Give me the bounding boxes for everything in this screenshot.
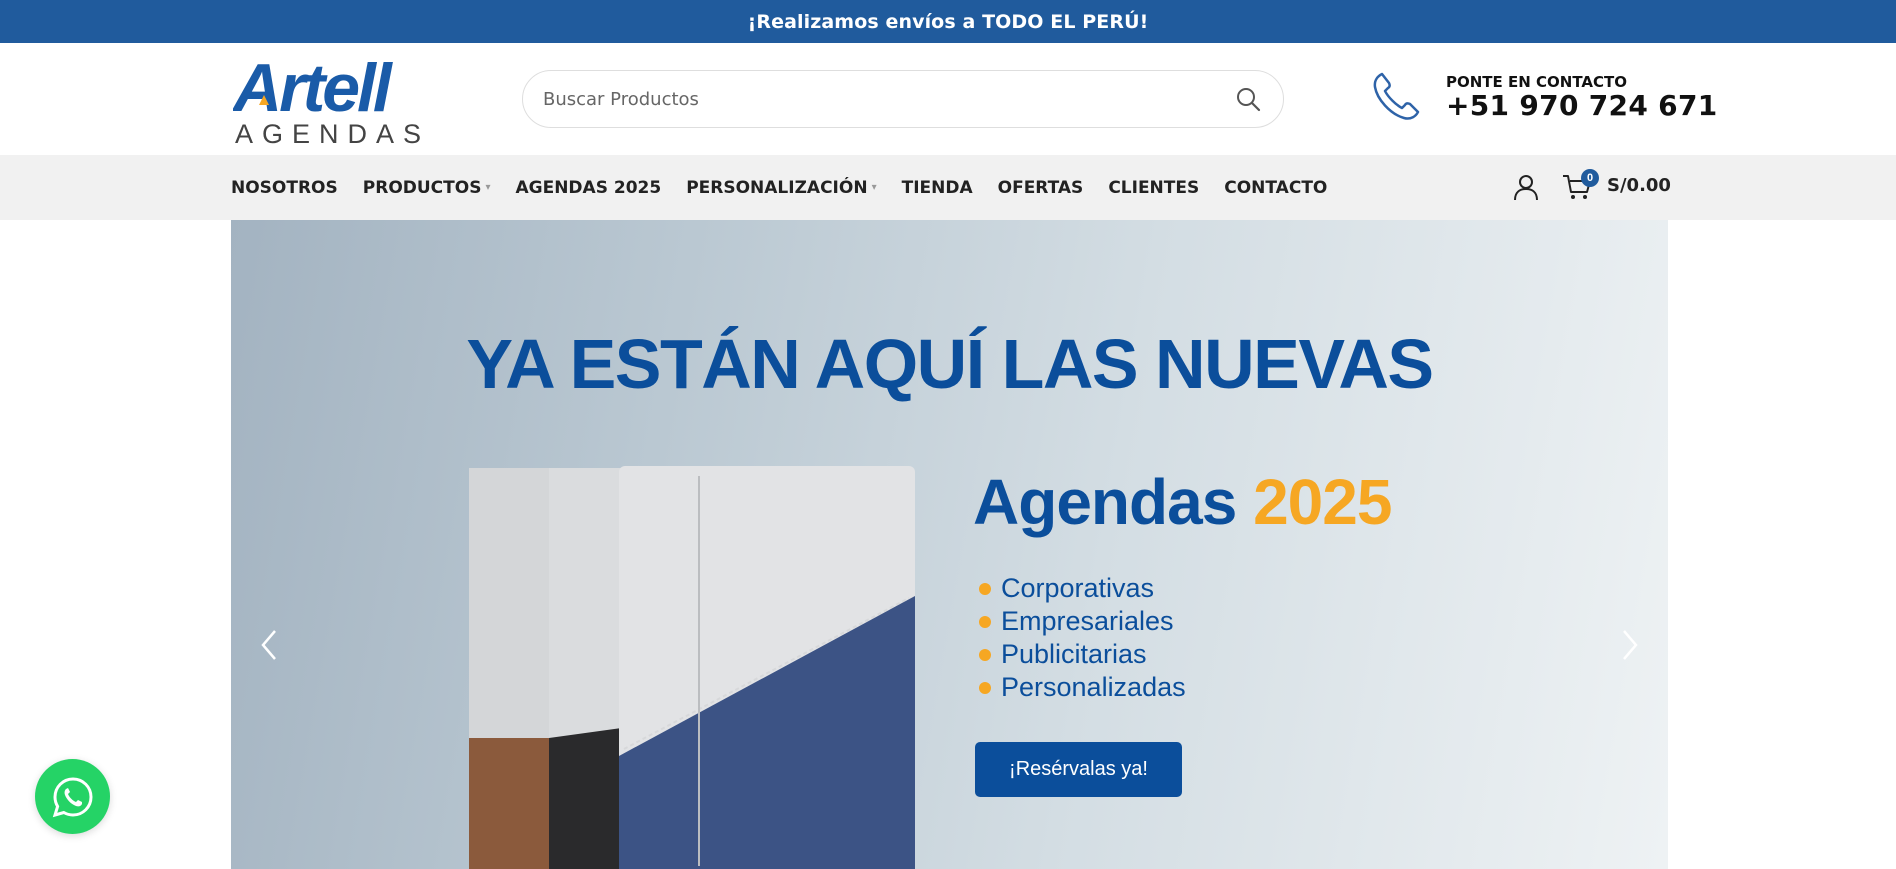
nav-label: PERSONALIZACIÓN bbox=[686, 177, 868, 198]
nav-label: NOSOTROS bbox=[231, 177, 338, 198]
bullet-dot bbox=[979, 582, 991, 595]
phone-icon bbox=[1373, 72, 1420, 120]
list-item-text: Corporativas bbox=[1001, 573, 1155, 603]
cart-count-badge: 0 bbox=[1581, 169, 1599, 187]
list-item-text: Personalizadas bbox=[1001, 672, 1186, 702]
whatsapp-icon bbox=[52, 776, 93, 817]
list-item: Corporativas bbox=[975, 572, 1186, 605]
contact-phone[interactable]: +51 970 724 671 bbox=[1446, 89, 1718, 122]
site-header: Artell AGENDAS PONTE EN CONTACTO +51 970… bbox=[0, 43, 1896, 155]
agendas-product-image bbox=[469, 466, 915, 869]
nav-label: CLIENTES bbox=[1108, 177, 1200, 198]
logo[interactable]: Artell AGENDAS bbox=[231, 50, 429, 149]
announcement-text: ¡Realizamos envíos a TODO EL PERÚ! bbox=[747, 10, 1149, 33]
cart-total[interactable]: S/0.00 bbox=[1607, 175, 1671, 196]
nav-label: AGENDAS 2025 bbox=[515, 177, 662, 198]
list-item-text: Publicitarias bbox=[1001, 639, 1147, 669]
hero-year: 2025 bbox=[1253, 466, 1392, 538]
hero-title: YA ESTÁN AQUÍ LAS NUEVAS bbox=[466, 325, 1434, 403]
search-icon[interactable] bbox=[1233, 84, 1263, 114]
nav-label: OFERTAS bbox=[997, 177, 1084, 198]
list-item: Personalizadas bbox=[975, 671, 1186, 704]
chevron-left-icon[interactable] bbox=[255, 625, 285, 665]
nav-label: CONTACTO bbox=[1224, 177, 1328, 198]
search-box bbox=[522, 70, 1284, 128]
bullet-dot bbox=[979, 681, 991, 694]
chevron-down-icon: ▾ bbox=[871, 182, 877, 193]
nav-label: PRODUCTOS bbox=[362, 177, 482, 198]
chevron-down-icon: ▾ bbox=[485, 182, 491, 193]
nav-item-nosotros[interactable]: NOSOTROS bbox=[231, 178, 338, 198]
nav-item-productos[interactable]: PRODUCTOS ▾ bbox=[363, 178, 491, 198]
main-nav: NOSOTROS PRODUCTOS ▾ AGENDAS 2025 PERSONA… bbox=[231, 155, 1352, 220]
search-input[interactable] bbox=[543, 88, 1233, 110]
nav-item-ofertas[interactable]: OFERTAS bbox=[998, 178, 1084, 198]
hero-slider: YA ESTÁN AQUÍ LAS NUEVAS Agendas 2025 Co… bbox=[231, 220, 1668, 869]
logo-brand: Artell bbox=[233, 53, 394, 126]
list-item: Empresariales bbox=[975, 605, 1186, 638]
nav-item-clientes[interactable]: CLIENTES bbox=[1108, 178, 1199, 198]
hero-subtitle: Agendas 2025 bbox=[973, 465, 1392, 539]
bullet-dot bbox=[979, 648, 991, 661]
nav-item-contacto[interactable]: CONTACTO bbox=[1224, 178, 1327, 198]
user-icon[interactable] bbox=[1512, 173, 1540, 201]
hero-feature-list: Corporativas Empresariales Publicitarias… bbox=[975, 572, 1186, 704]
hero-subtitle-text: Agendas bbox=[973, 466, 1237, 538]
chevron-right-icon[interactable] bbox=[1614, 625, 1644, 665]
whatsapp-button[interactable] bbox=[35, 759, 110, 834]
main-navbar: NOSOTROS PRODUCTOS ▾ AGENDAS 2025 PERSONA… bbox=[0, 155, 1896, 220]
nav-item-tienda[interactable]: TIENDA bbox=[902, 178, 973, 198]
list-item-text: Empresariales bbox=[1001, 606, 1174, 636]
nav-item-agendas-2025[interactable]: AGENDAS 2025 bbox=[515, 178, 661, 198]
bullet-dot bbox=[979, 615, 991, 628]
announcement-bar: ¡Realizamos envíos a TODO EL PERÚ! bbox=[0, 0, 1896, 43]
logo-sub: AGENDAS bbox=[235, 119, 429, 147]
reserve-button[interactable]: ¡Resérvalas ya! bbox=[975, 742, 1182, 797]
list-item: Publicitarias bbox=[975, 638, 1186, 671]
nav-item-personalizacion[interactable]: PERSONALIZACIÓN ▾ bbox=[686, 178, 876, 198]
nav-label: TIENDA bbox=[901, 177, 973, 198]
